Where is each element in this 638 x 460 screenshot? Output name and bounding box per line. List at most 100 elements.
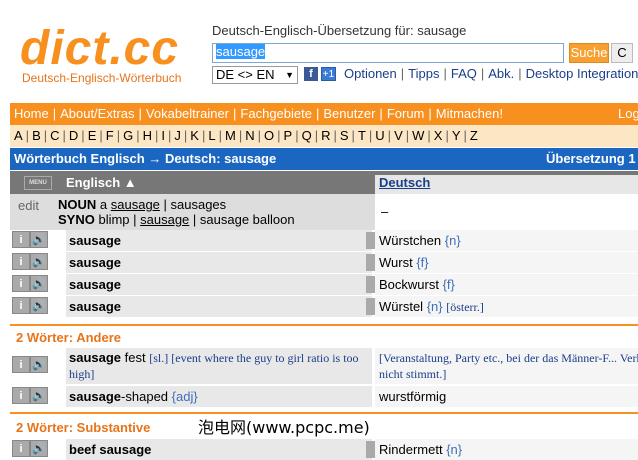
speaker-icon[interactable]: 🔊 xyxy=(30,297,48,314)
nav-login[interactable]: Log xyxy=(618,103,638,125)
letter-link[interactable]: P xyxy=(284,128,293,143)
language-select-value: DE <> EN xyxy=(216,67,275,82)
letter-link[interactable]: F xyxy=(106,128,114,143)
result-title: Wörterbuch Englisch → Deutsch: sausage xyxy=(14,151,277,166)
nav-home[interactable]: Home xyxy=(10,106,49,121)
letter-link[interactable]: T xyxy=(358,128,366,143)
english-term[interactable]: sausagegastr. xyxy=(66,230,416,251)
german-term[interactable]: Würstchen {n} xyxy=(375,230,638,251)
syno-post: | sausage balloon xyxy=(189,212,295,227)
info-icon[interactable]: i xyxy=(12,297,30,314)
table-header: MENU Englisch ▲ Deutsch xyxy=(10,171,638,194)
column-german[interactable]: Deutsch xyxy=(375,175,638,194)
english-term[interactable]: sausage fest [sl.] [event where the guy … xyxy=(66,348,372,384)
speaker-icon[interactable]: 🔊 xyxy=(30,356,48,373)
table-row: i🔊 beef sausagegastr. Rindermett {n} xyxy=(10,439,638,460)
dropdown-arrow-icon: ▼ xyxy=(285,70,294,80)
speaker-icon[interactable]: 🔊 xyxy=(30,253,48,270)
speaker-icon[interactable]: 🔊 xyxy=(30,275,48,292)
german-term[interactable]: Bockwurst {f} xyxy=(375,274,638,295)
noun-link[interactable]: sausage xyxy=(111,197,160,212)
language-select[interactable]: DE <> EN ▼ xyxy=(212,66,298,84)
nav-vokabeltrainer[interactable]: Vokabeltrainer xyxy=(142,106,229,121)
syno-pre: blimp | xyxy=(98,212,141,227)
table-row: i🔊 sausagegastr. Bockwurst {f} xyxy=(10,274,638,295)
edit-link[interactable]: edit xyxy=(18,198,39,213)
letter-link[interactable]: G xyxy=(123,128,133,143)
letter-link[interactable]: O xyxy=(264,128,274,143)
letter-link[interactable]: S xyxy=(340,128,349,143)
letter-link[interactable]: J xyxy=(174,128,181,143)
speaker-icon[interactable]: 🔊 xyxy=(30,440,48,457)
info-icon[interactable]: i xyxy=(12,275,30,292)
link-faq[interactable]: FAQ xyxy=(451,66,477,81)
letter-link[interactable]: Z xyxy=(470,128,478,143)
column-english[interactable]: Englisch ▲ xyxy=(66,175,137,190)
search-input[interactable]: sausage xyxy=(212,43,564,63)
logo[interactable]: dict.cc xyxy=(20,25,179,73)
letter-link[interactable]: D xyxy=(69,128,78,143)
noun-line: NOUN a sausage | sausages xyxy=(58,197,226,212)
section-heading: 2 Wörter: Andere xyxy=(16,330,121,345)
letter-link[interactable]: B xyxy=(32,128,41,143)
english-term[interactable]: sausage-shaped {adj} xyxy=(66,386,372,407)
link-desktop-integration[interactable]: Desktop Integration xyxy=(526,66,638,81)
letter-link[interactable]: L xyxy=(208,128,215,143)
speaker-icon[interactable]: 🔊 xyxy=(30,387,48,404)
letter-link[interactable]: U xyxy=(375,128,384,143)
main-nav: Home | About/Extras | Vokabeltrainer | Fachgeb… xyxy=(10,103,638,125)
letter-link[interactable]: A xyxy=(10,128,23,143)
table-row: i🔊 sausagegastr. Wurst {f} xyxy=(10,252,638,273)
english-term[interactable]: sausagegastr. xyxy=(66,274,416,295)
letter-link[interactable]: Y xyxy=(452,128,461,143)
table-row: i🔊 sausagegastr. Würstel {n} [österr.] xyxy=(10,296,638,317)
letter-link[interactable]: H xyxy=(143,128,152,143)
link-abk[interactable]: Abk. xyxy=(488,66,514,81)
google-plus-icon[interactable]: +1 xyxy=(321,67,336,81)
section-divider xyxy=(10,324,638,326)
syno-right: – xyxy=(375,194,638,230)
nav-about[interactable]: About/Extras xyxy=(56,106,134,121)
syno-label: SYNO xyxy=(58,212,95,227)
link-optionen[interactable]: Optionen xyxy=(344,66,397,81)
nav-forum[interactable]: Forum xyxy=(383,106,425,121)
english-term[interactable]: sausagegastr. xyxy=(66,296,416,317)
german-term[interactable]: wurstförmig xyxy=(375,386,638,407)
noun-label: NOUN xyxy=(58,197,97,212)
info-icon[interactable]: i xyxy=(12,387,30,404)
info-icon[interactable]: i xyxy=(12,356,30,373)
page-title: Deutsch-Englisch-Übersetzung für: sausag… xyxy=(212,23,467,38)
syno-link[interactable]: sausage xyxy=(140,212,189,227)
table-row: i 🔊 sausage fest [sl.] [event where the g… xyxy=(10,348,638,384)
nav-fachgebiete[interactable]: Fachgebiete xyxy=(236,106,312,121)
letter-link[interactable]: W xyxy=(412,128,424,143)
info-icon[interactable]: i xyxy=(12,440,30,457)
german-term[interactable]: [Veranstaltung, Party etc., bei der das … xyxy=(375,348,638,384)
info-icon[interactable]: i xyxy=(12,231,30,248)
clear-button[interactable]: C xyxy=(611,43,633,63)
letter-link[interactable]: C xyxy=(50,128,59,143)
letter-link[interactable]: M xyxy=(225,128,236,143)
facebook-icon[interactable]: f xyxy=(304,67,318,81)
english-term[interactable]: beef sausagegastr. xyxy=(66,439,416,460)
letter-link[interactable]: Q xyxy=(302,128,312,143)
menu-icon[interactable]: MENU xyxy=(24,176,52,190)
letter-link[interactable]: V xyxy=(394,128,403,143)
result-bar: Wörterbuch Englisch → Deutsch: sausage Ü… xyxy=(10,148,638,188)
search-button[interactable]: Suche xyxy=(569,43,609,63)
nav-mitmachen[interactable]: Mitmachen! xyxy=(432,106,503,121)
german-term[interactable]: Würstel {n} [österr.] xyxy=(375,296,638,317)
noun-post: | sausages xyxy=(159,197,227,212)
letter-link[interactable]: N xyxy=(245,128,254,143)
logo-subtitle: Deutsch-Englisch-Wörterbuch xyxy=(22,71,182,85)
german-term[interactable]: Wurst {f} xyxy=(375,252,638,273)
german-term[interactable]: Rindermett {n} xyxy=(375,439,638,460)
english-term[interactable]: sausagegastr. xyxy=(66,252,416,273)
link-tipps[interactable]: Tipps xyxy=(408,66,439,81)
speaker-icon[interactable]: 🔊 xyxy=(30,231,48,248)
noun-pre: a xyxy=(99,197,111,212)
letter-link[interactable]: K xyxy=(190,128,199,143)
info-icon[interactable]: i xyxy=(12,253,30,270)
nav-benutzer[interactable]: Benutzer xyxy=(319,106,375,121)
search-value: sausage xyxy=(216,44,266,59)
